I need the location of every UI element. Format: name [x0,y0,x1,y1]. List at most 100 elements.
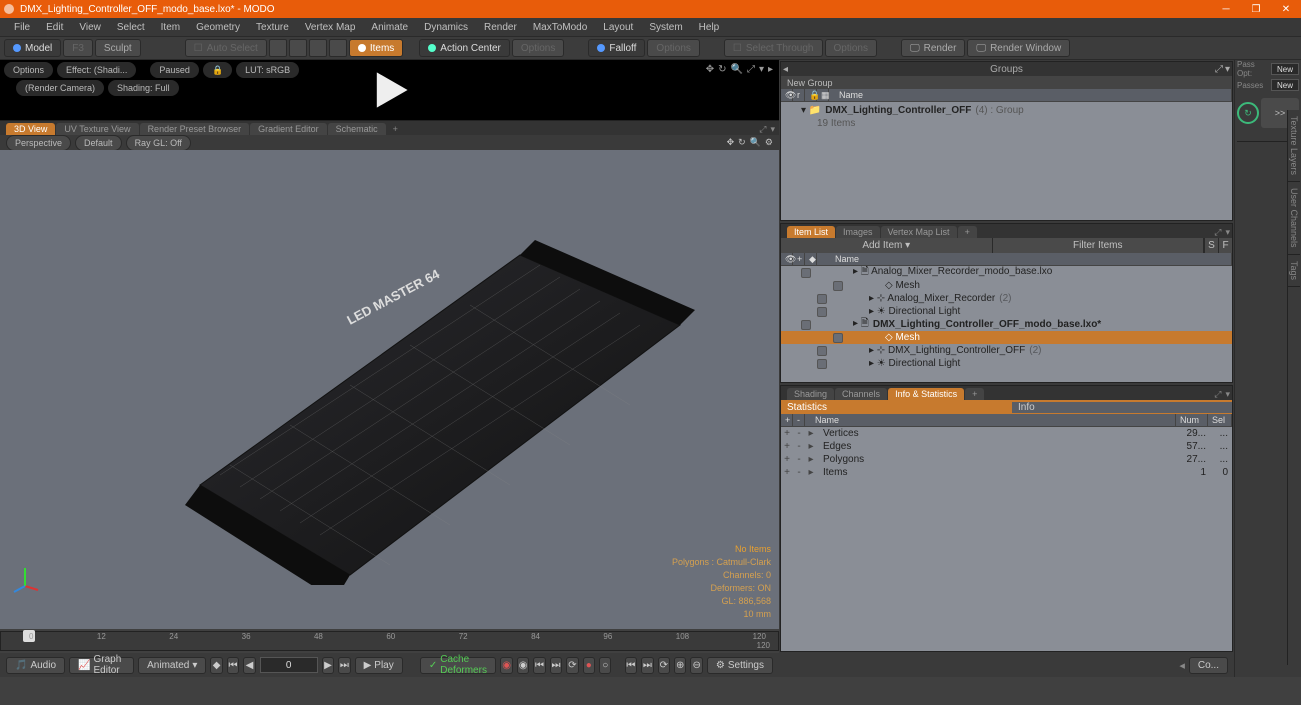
options-button-2[interactable]: Options [647,39,699,57]
menu-item[interactable]: Item [153,20,188,35]
info-min-icon[interactable]: ▾ [1223,389,1232,399]
options-button-3[interactable]: Options [825,39,877,57]
item-row[interactable]: ▸ ☀ Directional Light [781,305,1232,318]
def-icon-11[interactable]: ⊕ [674,657,686,674]
more-icon[interactable]: ▸ [768,64,773,75]
menu-view[interactable]: View [71,20,109,35]
vp-zoom-icon[interactable]: 🔍 [750,137,761,148]
play-button[interactable]: ▶ Play [355,657,403,674]
groups-expand-icon[interactable]: ⤢ [1215,64,1223,75]
preview-shading[interactable]: Shading: Full [108,80,179,96]
def-icon-7[interactable]: ○ [599,657,611,674]
preview-paused[interactable]: Paused [150,62,199,78]
info-tab[interactable]: Info [1012,402,1232,413]
passopt-new[interactable] [1271,63,1299,75]
mode-icon-1[interactable] [269,39,287,57]
iltab-1[interactable]: Images [836,226,880,238]
close-button[interactable]: ✕ [1271,0,1301,18]
vptab-2[interactable]: Render Preset Browser [140,123,250,135]
f3-button[interactable]: F3 [63,39,93,57]
def-icon-10[interactable]: ⟳ [658,657,670,674]
mode-icon-4[interactable] [329,39,347,57]
iltab-add[interactable]: + [958,226,977,238]
autoselect-button[interactable]: ☐ Auto Select [185,39,267,57]
item-row[interactable]: ▸ 🗎 DMX_Lighting_Controller_OFF_modo_bas… [781,318,1232,331]
options-button-1[interactable]: Options [512,39,564,57]
stat-row[interactable]: +-▸Edges57...... [781,440,1232,453]
items-button[interactable]: Items [349,39,403,57]
preview-options[interactable]: Options [4,62,53,78]
vptab-3[interactable]: Gradient Editor [250,123,327,135]
mode-icon-2[interactable] [289,39,307,57]
co-button[interactable]: Co... [1189,657,1228,674]
model-button[interactable]: Model [4,39,61,57]
def-icon-1[interactable]: ◉ [500,657,512,674]
prev-frame-button[interactable]: ◀ [243,657,255,674]
key-button[interactable]: ◆ [210,657,222,674]
maximize-button[interactable]: ❐ [1241,0,1271,18]
menu-maxtomodo[interactable]: MaxToModo [525,20,595,35]
vptab-1[interactable]: UV Texture View [56,123,138,135]
vptabs-min-icon[interactable]: ▾ [770,124,775,135]
selectthrough-button[interactable]: ☐ Select Through [724,39,823,57]
falloff-button[interactable]: Falloff [588,39,645,57]
settings-button[interactable]: ⚙ Settings [707,657,773,674]
vptabs-expand-icon[interactable]: ⤢ [759,124,766,135]
menu-select[interactable]: Select [109,20,153,35]
menu-file[interactable]: File [6,20,38,35]
menu-geometry[interactable]: Geometry [188,20,248,35]
minimize-button[interactable]: ─ [1211,0,1241,18]
zoom-icon[interactable]: 🔍 [730,64,742,75]
refresh-icon[interactable]: ↻ [1237,102,1259,124]
render-button[interactable]: 🖵 Render [901,39,965,57]
item-row[interactable]: ▸ ☀ Directional Light [781,357,1232,370]
def-icon-8[interactable]: ⏮ [625,657,637,674]
new-group-button[interactable]: New Group [781,76,1232,89]
stat-row[interactable]: +-▸Vertices29...... [781,427,1232,440]
menu-layout[interactable]: Layout [595,20,641,35]
vptab-add[interactable]: + [387,123,404,135]
menu-help[interactable]: Help [691,20,728,35]
stat-row[interactable]: +-▸Polygons27...... [781,453,1232,466]
infotab-1[interactable]: Channels [835,388,887,400]
actioncenter-button[interactable]: Action Center [419,39,510,57]
sidetab-texture-layers[interactable]: Texture Layers [1288,110,1300,182]
preview-camera[interactable]: (Render Camera) [16,80,104,96]
stats-tab[interactable]: Statistics [781,402,1012,413]
filter-items-button[interactable]: Filter Items [993,238,1205,253]
def-icon-3[interactable]: ⏮ [533,657,545,674]
stat-row[interactable]: +-▸Items10 [781,466,1232,479]
filter-f-button[interactable]: F [1218,238,1232,253]
groups-collapse-icon[interactable]: ◂ [783,64,788,75]
expand-icon[interactable]: ⤢ [747,64,755,75]
menu-render[interactable]: Render [476,20,525,35]
def-icon-6[interactable]: ● [583,657,595,674]
item-row[interactable]: ◇ Mesh [781,331,1232,344]
item-row[interactable]: ▸ ⊹ DMX_Lighting_Controller_OFF (2) [781,344,1232,357]
vptab-4[interactable]: Schematic [328,123,386,135]
renderwindow-button[interactable]: 🖵 Render Window [967,39,1070,57]
infotab-0[interactable]: Shading [787,388,834,400]
first-frame-button[interactable]: ⏮ [227,657,239,674]
groups-min-icon[interactable]: ▾ [1225,64,1230,75]
axis-gizmo[interactable] [10,564,40,594]
menu-vertexmap[interactable]: Vertex Map [297,20,364,35]
view-perspective[interactable]: Perspective [6,135,71,151]
frame-input[interactable] [260,657,318,673]
last-frame-button[interactable]: ⏭ [338,657,350,674]
vp-rotate-icon[interactable]: ↻ [738,137,746,148]
item-row[interactable]: ▸ ⊹ Analog_Mixer_Recorder (2) [781,292,1232,305]
cache-deformers-button[interactable]: ✓ Cache Deformers [420,657,497,674]
preview-lut[interactable]: LUT: sRGB [236,62,299,78]
sidetab-user-channels[interactable]: User Channels [1288,182,1300,255]
bottom-right-collapse-icon[interactable]: ◂ [1179,659,1185,672]
mode-icon-3[interactable] [309,39,327,57]
menu-system[interactable]: System [641,20,690,35]
vp-gear-icon[interactable]: ⚙ [765,137,773,148]
graph-editor-button[interactable]: 📈 Graph Editor [69,657,134,674]
menu-edit[interactable]: Edit [38,20,71,35]
next-frame-button[interactable]: ▶ [322,657,334,674]
def-icon-12[interactable]: ⊖ [690,657,702,674]
add-item-button[interactable]: Add Item ▾ [781,238,993,253]
def-icon-5[interactable]: ⟳ [566,657,578,674]
